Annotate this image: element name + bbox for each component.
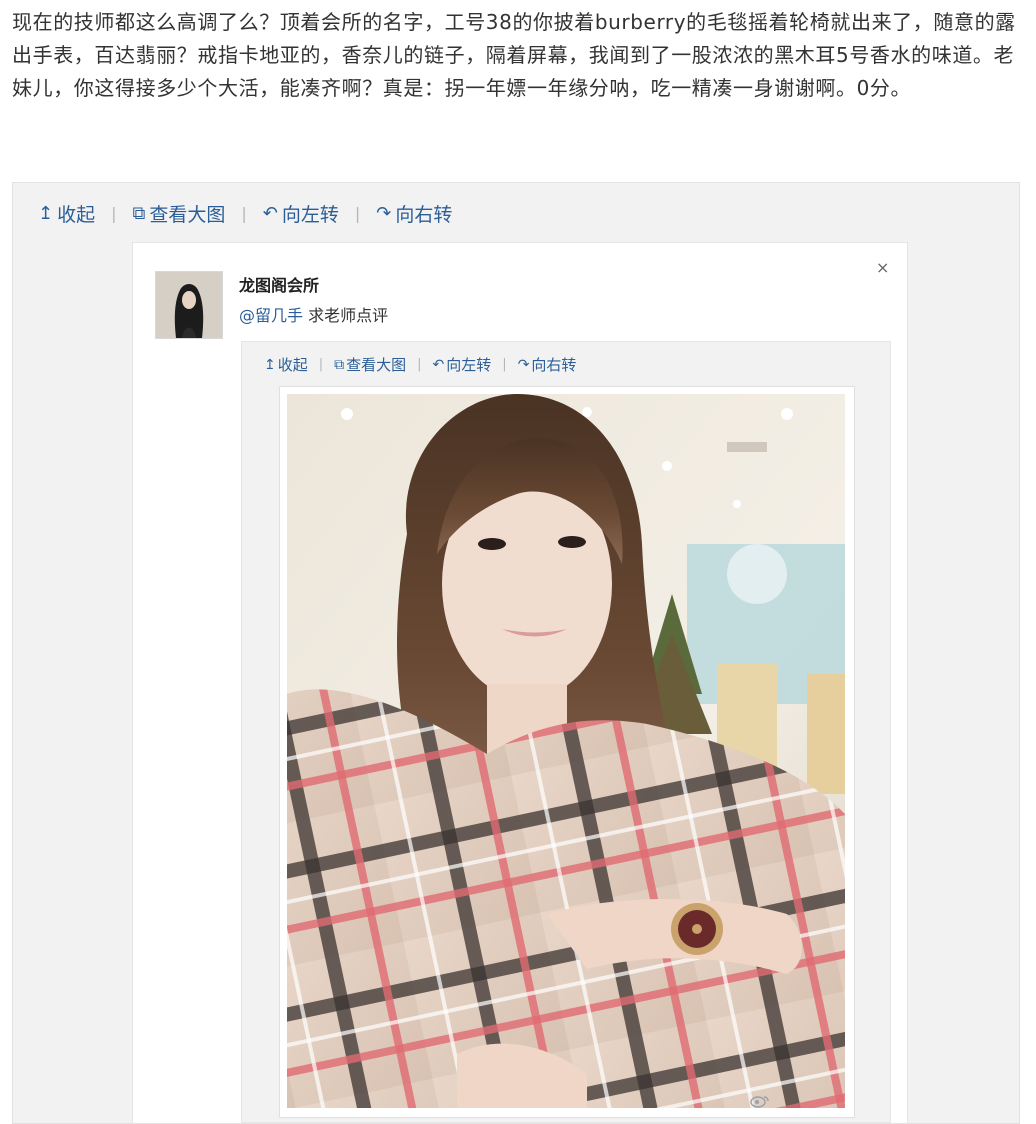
collapse-button[interactable]: ↥ 收起 (38, 200, 95, 227)
inner-rotate-right-button[interactable]: ↷ 向右转 (518, 354, 577, 375)
rotate-right-button[interactable]: ↷ 向右转 (376, 200, 452, 227)
collapse-label: 收起 (277, 356, 308, 374)
toolbar-separator: | (502, 357, 507, 372)
rotate-left-label: 向左转 (446, 356, 492, 374)
weibo-logo-icon (750, 1096, 769, 1108)
rotate-left-icon: ↶ (262, 203, 278, 224)
toolbar-separator: | (354, 204, 361, 223)
toolbar-separator: | (111, 204, 117, 223)
mention-link[interactable]: @留几手 (239, 306, 303, 325)
toolbar-separator: | (417, 357, 422, 372)
view-large-label: 查看大图 (346, 356, 407, 374)
toolbar-separator: | (318, 357, 324, 372)
repost-text: @留几手 求老师点评 (239, 302, 388, 326)
close-icon[interactable]: × (876, 258, 889, 277)
avatar[interactable] (155, 271, 223, 339)
inner-collapse-button[interactable]: ↥ 收起 (264, 354, 308, 375)
collapse-label: 收起 (57, 204, 96, 226)
inner-view-large-button[interactable]: ⧉ 查看大图 (334, 354, 406, 375)
rotate-right-icon: ↷ (517, 356, 530, 373)
collapse-up-icon: ↥ (264, 356, 276, 373)
avatar-image (156, 272, 222, 338)
image-toolbar: ↥ 收起 | ⧉ 查看大图 | ↶ 向左转 | ↷ 向右转 (38, 200, 468, 227)
view-large-button[interactable]: ⧉ 查看大图 (133, 200, 226, 227)
inner-image-toolbar: ↥ 收起 | ⧉ 查看大图 | ↶ 向左转 | ↷ 向右转 (264, 354, 587, 375)
rotate-left-label: 向左转 (281, 204, 339, 226)
rotate-right-label: 向右转 (531, 356, 577, 374)
post-text: 现在的技师都这么高调了么？顶着会所的名字，工号38的你披着burberry的毛毯… (12, 10, 1016, 100)
rotate-right-label: 向右转 (395, 204, 453, 226)
weibo-watermark (750, 1094, 790, 1112)
rotate-left-icon: ↶ (432, 356, 445, 373)
repost-comment: 求老师点评 (308, 306, 389, 325)
author-name[interactable]: 龙图阁会所 (239, 272, 319, 296)
inner-rotate-left-button[interactable]: ↶ 向左转 (433, 354, 492, 375)
external-view-icon: ⧉ (132, 203, 146, 224)
photo-illustration (287, 394, 845, 1108)
rotate-right-icon: ↷ (376, 203, 392, 224)
external-view-icon: ⧉ (334, 356, 345, 373)
posted-photo[interactable] (287, 394, 845, 1108)
view-large-label: 查看大图 (149, 204, 226, 226)
toolbar-separator: | (241, 204, 247, 223)
rotate-left-button[interactable]: ↶ 向左转 (263, 200, 339, 227)
collapse-up-icon: ↥ (38, 203, 54, 224)
